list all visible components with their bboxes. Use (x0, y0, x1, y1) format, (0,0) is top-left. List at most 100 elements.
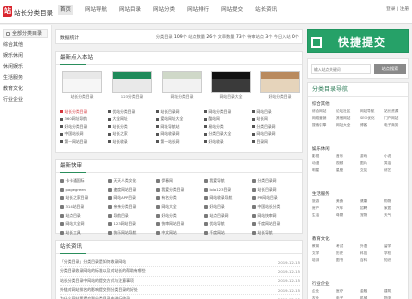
category-link[interactable]: 招聘 (360, 206, 384, 213)
site-thumbnail[interactable]: 好站分类目录 (260, 71, 300, 100)
sidebar-item[interactable]: 生活服务 (3, 73, 51, 84)
category-link[interactable]: 金融 (360, 289, 384, 296)
site-link[interactable]: 好站分类目录 (60, 123, 108, 131)
category-link[interactable]: 网址大全 (336, 123, 360, 130)
site-link[interactable]: 分类目录网 (252, 123, 300, 131)
site-link[interactable]: 网站收录网 (156, 131, 204, 139)
category-link[interactable]: 电子商务 (384, 123, 408, 130)
sidebar-item[interactable]: 综合其他 (3, 40, 51, 51)
site-link[interactable]: 站长之家 (108, 131, 156, 139)
category-link[interactable]: 综艺 (384, 168, 408, 175)
site-link[interactable]: 网站目录网 (252, 131, 300, 139)
fast-site-link[interactable]: 导航目录 (108, 211, 156, 220)
fast-site-link[interactable]: 快审网站目录 (156, 220, 204, 229)
nav-ranking[interactable]: 网站排行 (187, 5, 209, 15)
sidebar-item[interactable]: 娱乐休闲 (3, 51, 51, 62)
fast-site-link[interactable]: lolo123目录 (204, 186, 252, 195)
category-link[interactable]: 教育 (312, 244, 336, 251)
category-link[interactable]: 网站导航 (360, 109, 384, 116)
category-link[interactable]: 房产 (312, 206, 336, 213)
fast-site-link[interactable]: 速度网站目录 (108, 186, 156, 195)
category-link[interactable]: 搜索引擎 (312, 123, 336, 130)
fast-site-link[interactable]: 网站大全网 (60, 220, 108, 229)
fast-site-link[interactable]: 天天人类文化 (108, 177, 156, 186)
category-link[interactable]: 其他网站 (336, 116, 360, 123)
fast-site-link[interactable]: 站长工具 (60, 229, 108, 238)
fast-site-link[interactable]: 123网站目录 (108, 220, 156, 229)
category-link[interactable]: 知识 (384, 258, 408, 265)
site-link[interactable]: 大全网址 (108, 116, 156, 124)
quick-submit-banner[interactable]: 快捷提交 (307, 29, 409, 53)
category-link[interactable]: 家居 (384, 206, 408, 213)
category-link[interactable]: SEO优化 (360, 116, 384, 123)
category-link[interactable]: 视频 (336, 161, 360, 168)
news-item[interactable]: 「分类目录」分类目录是如何收录网站 2019-12-15 (60, 258, 300, 268)
sidebar-item[interactable]: 教育文化 (3, 84, 51, 95)
category-link[interactable]: 生活 (312, 213, 336, 220)
category-link[interactable]: 星座 (336, 168, 360, 175)
category-link[interactable]: 站长资源 (384, 109, 408, 116)
category-section-title[interactable]: 娱乐休闲 (312, 146, 408, 154)
fast-site-link[interactable]: 网站APP目录 (108, 194, 156, 203)
nav-home[interactable]: 首页 (58, 5, 74, 15)
category-link[interactable]: 图片 (360, 161, 384, 168)
fast-site-link[interactable]: 网站收录导航 (204, 194, 252, 203)
category-link[interactable]: 游戏 (360, 154, 384, 161)
news-item[interactable]: 站长分类目录中网站的提交方式与注意事项 2019-12-15 (60, 277, 300, 286)
category-link[interactable]: 考试 (336, 244, 360, 251)
site-link[interactable]: 优站分类目录 (108, 108, 156, 116)
fast-site-link[interactable]: 快乐网站导航 (108, 229, 156, 238)
fast-site-link[interactable]: pagegreen (60, 186, 108, 195)
category-link[interactable]: 外语 (360, 244, 384, 251)
category-link[interactable]: 健康 (360, 199, 384, 206)
site-link[interactable]: 站长收录 (108, 138, 156, 146)
category-link[interactable]: 明星 (312, 168, 336, 175)
fast-site-link[interactable]: 中国站长分类 (252, 203, 300, 212)
category-link[interactable]: 综合网站 (312, 109, 336, 116)
site-thumbnail[interactable]: 123分类目录 (112, 71, 152, 100)
site-link[interactable]: 站长分类 (108, 123, 156, 131)
sidebar-item[interactable]: 行业企业 (3, 95, 51, 106)
fast-site-link[interactable]: 站点目录 (60, 211, 108, 220)
site-thumbnail[interactable]: 站长分类目录 (62, 71, 102, 100)
sidebar-item[interactable]: 休闲娱乐 (3, 62, 51, 73)
fast-site-link[interactable]: 网站大全 (156, 203, 204, 212)
site-link[interactable]: 目录网 (252, 138, 300, 146)
fast-site-link[interactable]: 我爱分类目录 (156, 186, 204, 195)
fast-site-link[interactable]: 314站目录 (60, 203, 108, 212)
category-link[interactable]: 购物 (384, 199, 408, 206)
nav-directory[interactable]: 网站导航 (85, 5, 107, 15)
fast-site-link[interactable]: 站长导航 (252, 229, 300, 238)
category-section-title[interactable]: 教育文化 (312, 236, 408, 244)
category-link[interactable]: 动漫 (312, 161, 336, 168)
category-link[interactable]: 汽车 (336, 206, 360, 213)
nav-submit[interactable]: 网站提交 (221, 5, 243, 15)
site-link[interactable]: 中国站长网 (60, 131, 108, 139)
category-link[interactable]: 百科 (360, 258, 384, 265)
fast-site-link[interactable]: 伊春网 (156, 177, 204, 186)
category-link[interactable]: 笑话 (384, 161, 408, 168)
fast-site-link[interactable]: 千度网站目录 (252, 220, 300, 229)
site-thumbnail[interactable]: 网站目录大全 (211, 71, 251, 100)
fast-site-link[interactable]: 分类目录网 (252, 177, 300, 186)
news-item[interactable]: 分类目录收录网站的标准以及对站长的帮助有哪些 2019-12-15 (60, 267, 300, 277)
fast-site-link[interactable]: 千度网站 (204, 229, 252, 238)
category-link[interactable]: 天气 (384, 213, 408, 220)
site-link[interactable]: 网站分类目录 (204, 108, 252, 116)
search-button[interactable]: 站点搜索 (374, 64, 406, 74)
site-link[interactable]: 站长分类目录 (60, 108, 108, 116)
category-link[interactable]: 科技 (360, 251, 384, 258)
category-link[interactable]: 网络营销 (312, 116, 336, 123)
fast-site-link[interactable]: 站点目录网 (204, 211, 252, 220)
site-link[interactable]: 爱站网址大全 (156, 116, 204, 124)
category-section-title[interactable]: 生活服务 (312, 191, 408, 199)
nav-categories[interactable]: 网站分类 (153, 5, 175, 15)
category-link[interactable]: 历史 (336, 251, 360, 258)
site-link[interactable]: 分类目录大全 (204, 131, 252, 139)
fast-site-link[interactable]: 卡卡通国际 (60, 177, 108, 186)
site-link[interactable]: 第一站长网 (156, 138, 204, 146)
category-link[interactable]: 文学 (312, 251, 336, 258)
site-logo[interactable]: 站 站长分类目录 (3, 6, 53, 17)
category-section-title[interactable]: 行业企业 (312, 281, 408, 289)
category-section-title[interactable]: 综合其他 (312, 101, 408, 109)
